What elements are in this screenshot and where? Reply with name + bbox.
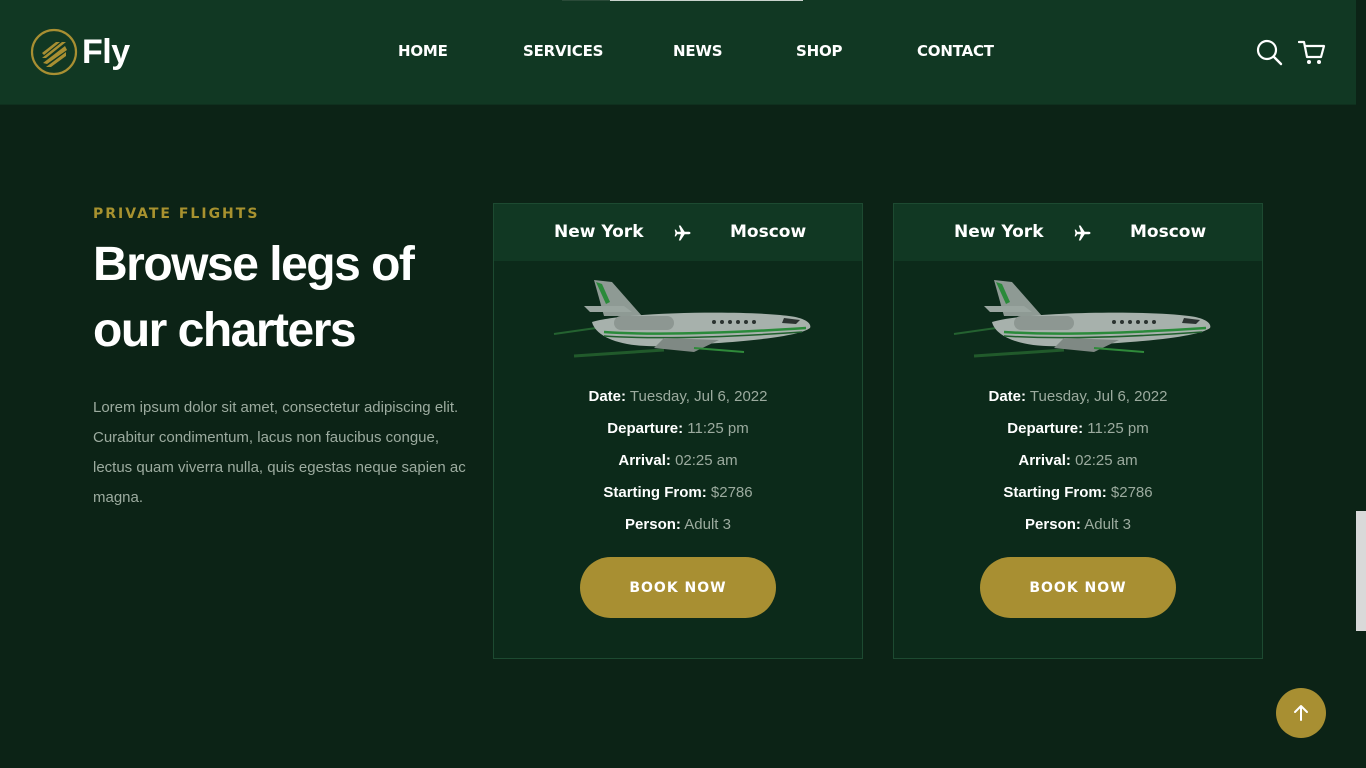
section-title: Browse legs of our charters	[93, 238, 415, 357]
detail-starting-price: Starting From: $2786	[1003, 484, 1153, 501]
flight-route: New York Moscow	[494, 204, 862, 261]
detail-departure: Departure: 11:25 pm	[607, 420, 749, 437]
nav-news[interactable]: NEWS	[673, 42, 723, 60]
scroll-to-top-button[interactable]	[1276, 688, 1326, 738]
cart-icon[interactable]	[1298, 38, 1326, 66]
plane-icon	[1074, 225, 1091, 241]
detail-starting-price: Starting From: $2786	[603, 484, 753, 501]
flight-card: New York Moscow Date: Tuesday, Jul 6, 20…	[893, 203, 1263, 659]
route-destination: Moscow	[730, 222, 807, 242]
route-origin: New York	[954, 222, 1044, 242]
arrow-up-icon	[1294, 705, 1308, 721]
detail-arrival: Arrival: 02:25 am	[618, 452, 738, 469]
site-header: Fly HOME SERVICES NEWS SHOP CONTACT	[0, 0, 1356, 105]
book-now-button[interactable]: BOOK NOW	[980, 557, 1176, 618]
nav-services[interactable]: SERVICES	[523, 42, 603, 60]
detail-persons: Person: Adult 3	[625, 516, 731, 533]
private-jet-image	[953, 280, 1211, 358]
flight-card: New York Moscow Date: Tuesday, Jul 6, 20…	[493, 203, 863, 659]
nav-contact[interactable]: CONTACT	[917, 42, 994, 60]
flight-route: New York Moscow	[894, 204, 1262, 261]
search-icon[interactable]	[1255, 38, 1283, 66]
private-jet-image	[553, 280, 811, 358]
plane-icon	[674, 225, 691, 241]
nav-shop[interactable]: SHOP	[796, 42, 843, 60]
scrollbar-thumb[interactable]	[1356, 511, 1366, 631]
route-destination: Moscow	[1130, 222, 1207, 242]
detail-date: Date: Tuesday, Jul 6, 2022	[988, 388, 1168, 405]
section-description: Lorem ipsum dolor sit amet, consectetur …	[93, 399, 466, 506]
flight-details: Date: Tuesday, Jul 6, 2022 Departure: 11…	[494, 384, 862, 544]
nav-home[interactable]: HOME	[398, 42, 448, 60]
section-eyebrow: PRIVATE FLIGHTS	[93, 206, 260, 222]
flight-details: Date: Tuesday, Jul 6, 2022 Departure: 11…	[894, 384, 1262, 544]
route-origin: New York	[554, 222, 644, 242]
detail-arrival: Arrival: 02:25 am	[1018, 452, 1138, 469]
book-now-button[interactable]: BOOK NOW	[580, 557, 776, 618]
detail-persons: Person: Adult 3	[1025, 516, 1131, 533]
scrollbar-track[interactable]	[1356, 0, 1366, 768]
detail-departure: Departure: 11:25 pm	[1007, 420, 1149, 437]
detail-date: Date: Tuesday, Jul 6, 2022	[588, 388, 768, 405]
main-nav: HOME SERVICES NEWS SHOP CONTACT	[0, 0, 1356, 104]
